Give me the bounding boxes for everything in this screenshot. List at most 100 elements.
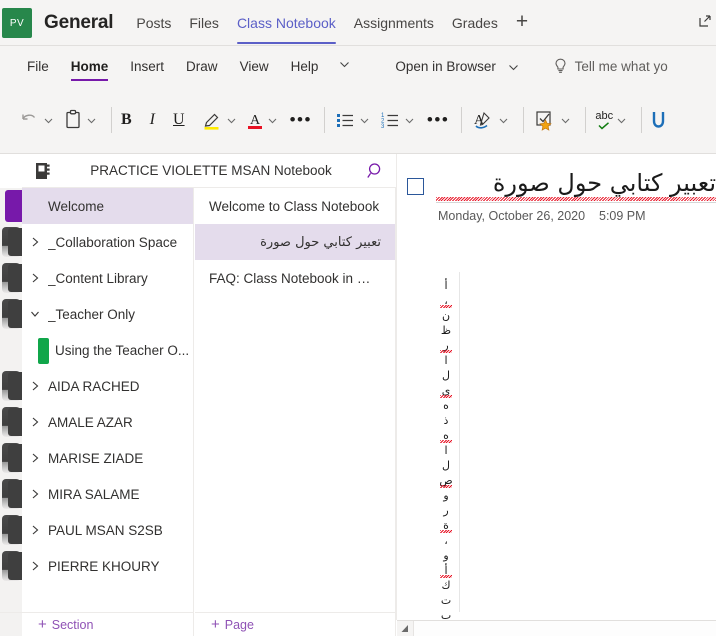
chevron-placeholder [28, 199, 42, 213]
page-list: Welcome to Class Notebook تعبير كتابي حول… [195, 188, 396, 612]
sidebar-item-label: _Collaboration Space [48, 234, 178, 250]
chevron-down-icon[interactable] [358, 114, 371, 127]
page-list-item[interactable]: Welcome to Class Notebook [195, 188, 395, 224]
chevron-right-icon[interactable] [28, 271, 42, 285]
section-color-marker [5, 190, 22, 222]
sidebar-item-section[interactable]: _Teacher Only [2, 296, 193, 332]
section-list: Welcome _Collaboration Space _Content Libr… [2, 188, 194, 612]
page-title[interactable]: تعبير كتابي حول صورة [436, 168, 716, 201]
tell-me-search[interactable]: Tell me what yo [553, 58, 668, 75]
sidebar-item-section[interactable]: Using the Teacher O... [22, 332, 193, 368]
page-list-item[interactable]: FAQ: Class Notebook in Mi... [195, 260, 395, 296]
chevron-right-icon[interactable] [28, 523, 42, 537]
chevron-right-icon[interactable] [28, 235, 42, 249]
section-color-marker [8, 516, 22, 544]
page-list-item[interactable]: تعبير كتابي حول صورة [195, 224, 395, 260]
page-checkbox[interactable] [407, 178, 424, 195]
search-icon[interactable] [366, 161, 386, 181]
sidebar-item-section[interactable]: MIRA SALAME [2, 476, 193, 512]
sidebar-item-section[interactable]: AIDA RACHED [2, 368, 193, 404]
sidebar-item-section[interactable]: Welcome [5, 188, 193, 224]
scrollbar-track[interactable] [413, 620, 716, 636]
highlight-button[interactable] [199, 100, 244, 140]
clipboard-icon [63, 109, 83, 131]
more-format-button[interactable]: ••• [285, 100, 317, 140]
chevron-down-icon[interactable] [42, 114, 55, 127]
underline-button[interactable]: U [171, 100, 187, 140]
sidebar-item-section[interactable]: MARISE ZIADE [2, 440, 193, 476]
chevron-down-icon[interactable] [28, 307, 42, 321]
svg-text:3: 3 [381, 124, 385, 130]
immersive-reader-icon [651, 109, 667, 131]
chevron-down-icon[interactable] [225, 114, 238, 127]
styles-button[interactable]: A [469, 100, 516, 140]
note-text-glyph: ، [435, 293, 457, 308]
add-section-label: Section [51, 617, 94, 632]
ribbon-tab-file[interactable]: File [16, 46, 60, 86]
bullet-list-button[interactable] [332, 100, 377, 140]
page-timestamp: Monday, October 26, 2020 5:09 PM [436, 209, 716, 223]
paste-button[interactable] [61, 100, 104, 140]
chevron-right-icon[interactable] [28, 559, 42, 573]
open-in-new-window-icon[interactable] [698, 14, 712, 28]
note-text-glyph: ا [444, 354, 448, 367]
tab-assignments[interactable]: Assignments [345, 0, 443, 46]
abc-label: abc [595, 109, 614, 122]
sidebar-item-label: _Teacher Only [48, 306, 136, 322]
add-tab-button[interactable]: + [507, 0, 537, 46]
open-in-browser-label: Open in Browser [395, 59, 496, 74]
chevron-down-icon[interactable] [85, 114, 98, 127]
channel-title: General [44, 12, 114, 33]
chevron-down-icon[interactable] [329, 46, 360, 86]
chevron-right-icon[interactable] [28, 379, 42, 393]
sidebar-item-section[interactable]: PAUL MSAN S2SB [2, 512, 193, 548]
sidebar-item-section[interactable]: AMALE AZAR [2, 404, 193, 440]
note-text-glyph: ذ [443, 414, 449, 427]
more-list-button[interactable]: ••• [422, 100, 454, 140]
scroll-left-arrow-icon[interactable] [397, 621, 413, 636]
chevron-down-icon[interactable] [615, 114, 628, 127]
ribbon-tab-help[interactable]: Help [280, 46, 330, 86]
ribbon-tab-home[interactable]: Home [60, 46, 120, 86]
page-list-item-label: Welcome to Class Notebook [209, 198, 380, 214]
bold-button[interactable]: B [119, 100, 134, 140]
numbered-list-button[interactable]: 123 [377, 100, 422, 140]
horizontal-scrollbar[interactable] [397, 620, 716, 636]
ribbon-tab-draw[interactable]: Draw [175, 46, 229, 86]
teams-channel-header: PV General Posts Files Class Notebook As… [0, 0, 716, 46]
open-in-browser-button[interactable]: Open in Browser [384, 46, 530, 86]
sidebar-item-section[interactable]: _Collaboration Space [2, 224, 193, 260]
note-text-glyph: أ [435, 563, 457, 578]
chevron-down-icon[interactable] [403, 114, 416, 127]
chevron-right-icon[interactable] [28, 415, 42, 429]
chevron-down-icon[interactable] [559, 114, 572, 127]
italic-button[interactable]: I [148, 100, 157, 140]
chevron-down-icon[interactable] [266, 114, 279, 127]
chevron-down-icon[interactable] [497, 114, 510, 127]
sidebar-item-section[interactable]: _Content Library [2, 260, 193, 296]
tab-posts[interactable]: Posts [127, 0, 180, 46]
chevron-right-icon[interactable] [28, 451, 42, 465]
toolbar-divider [585, 107, 587, 133]
add-page-label: Page [224, 617, 254, 632]
note-canvas[interactable]: تعبير كتابي حول صورة Monday, October 26,… [397, 154, 716, 619]
tab-class-notebook[interactable]: Class Notebook [228, 0, 345, 46]
plus-icon: + [211, 616, 220, 633]
font-color-button[interactable]: A [244, 100, 285, 140]
note-body-text[interactable]: أ،نظرالىهذهالصورة،وأكتب،نصا،حولها،مستعين… [433, 278, 459, 619]
note-text-glyph: ا [444, 444, 448, 457]
sidebar-item-section[interactable]: PIERRE KHOURY [2, 548, 193, 584]
chevron-right-icon[interactable] [28, 487, 42, 501]
ribbon-tab-insert[interactable]: Insert [119, 46, 175, 86]
title-underline [436, 202, 716, 203]
ribbon-tab-view[interactable]: View [229, 46, 280, 86]
add-page-button[interactable]: + Page [195, 617, 254, 632]
tags-button[interactable] [531, 100, 578, 140]
tab-files[interactable]: Files [180, 0, 228, 46]
tab-grades[interactable]: Grades [443, 0, 507, 46]
section-color-marker [8, 372, 22, 400]
immersive-reader-button[interactable] [649, 100, 669, 140]
spelling-button[interactable]: abc [593, 100, 634, 140]
undo-button[interactable] [16, 100, 61, 140]
add-section-button[interactable]: + Section [22, 617, 93, 632]
